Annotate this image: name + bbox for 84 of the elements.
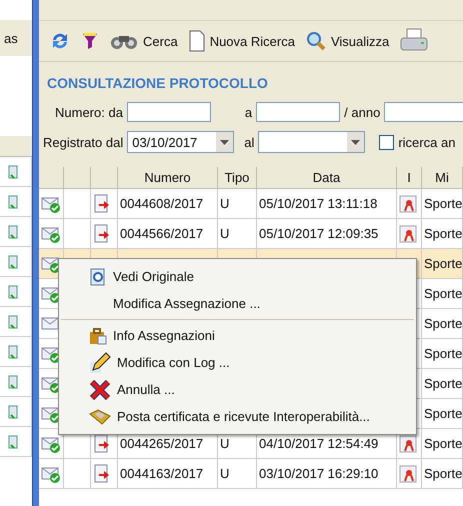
table-cell: U [220, 466, 230, 481]
table-cell: U [220, 226, 230, 241]
document-arrow-icon [93, 224, 111, 244]
column-header[interactable]: Tipo [218, 167, 257, 189]
date-from-field[interactable]: 03/10/2017 [127, 131, 234, 153]
document-icon [8, 164, 18, 178]
number-to-field[interactable] [256, 102, 340, 122]
search-icon [304, 30, 327, 52]
dropdown-icon [351, 140, 360, 144]
checkbox[interactable] [379, 134, 394, 150]
column-header[interactable] [39, 167, 64, 189]
table-cell: 0044265/2017 [120, 436, 204, 451]
field-label: al [244, 134, 254, 150]
table-row[interactable]: 0044163/2017 U 03/10/2017 16:29:10 Sporte [39, 459, 463, 489]
column-header[interactable]: Numero [118, 167, 218, 189]
field-label: a [244, 104, 252, 120]
table-cell: U [220, 196, 230, 211]
menu-item[interactable]: Modifica con Log ... [59, 349, 416, 376]
document-icon [8, 404, 18, 418]
document-icon [8, 344, 18, 358]
column-header[interactable] [0, 136, 32, 157]
table-cell: Sporte [424, 406, 462, 421]
checkbox-label: ricerca an [398, 134, 456, 150]
menu-item[interactable]: Posta certificata e ricevute Interoperabilità... [59, 403, 416, 430]
document-icon [8, 434, 18, 448]
document-arrow-icon [93, 464, 111, 484]
column-header[interactable]: I [397, 167, 422, 189]
field-label: / anno [344, 104, 380, 120]
table-cell: 0044163/2017 [120, 466, 204, 481]
table-cell: 05/10/2017 12:09:35 [259, 226, 378, 241]
field-label: Numero: da [55, 104, 123, 120]
pencil-icon [89, 352, 111, 374]
magnifier-page-icon [89, 268, 107, 286]
funnel-icon[interactable] [81, 31, 99, 51]
table-cell: Sporte [424, 376, 462, 391]
document-icon [8, 284, 18, 298]
menu-item[interactable]: Modifica Assegnazione ... [59, 290, 416, 317]
seal-icon [399, 464, 417, 482]
table-cell: 0044608/2017 [120, 196, 204, 211]
menu-item[interactable]: Info Assegnazioni [59, 322, 416, 349]
toolbar-button[interactable]: Cerca [109, 31, 178, 51]
date-to-field[interactable] [258, 131, 366, 153]
table-cell: 04/10/2017 12:54:49 [259, 436, 378, 451]
menu-item[interactable]: Vedi Originale [59, 263, 416, 290]
toolbar-button[interactable]: Visualizza [304, 30, 390, 52]
table-cell: 03/10/2017 16:29:10 [259, 466, 378, 481]
table-cell: Sporte [424, 466, 462, 481]
number-from-field[interactable] [126, 102, 211, 122]
column-header[interactable] [64, 167, 91, 189]
document-arrow-icon [93, 194, 111, 214]
window-label: as [3, 30, 18, 46]
dropdown-button[interactable] [216, 132, 234, 152]
field-label: Registrato dal [43, 134, 124, 150]
table-cell: Sporte [424, 436, 462, 451]
document-icon [8, 374, 18, 388]
menu-item[interactable]: Annulla ... [59, 376, 416, 403]
tray-icon [89, 408, 111, 426]
table-cell: Sporte [424, 196, 462, 211]
table-cell: Sporte [424, 286, 462, 301]
dropdown-icon [220, 140, 230, 144]
seal-icon [399, 224, 417, 242]
table-cell: Sporte [424, 316, 462, 331]
column-header[interactable]: Mi [422, 167, 463, 189]
toolbar-button[interactable]: Nuova Ricerca [188, 30, 295, 52]
document-icon [8, 314, 18, 328]
table-cell: Sporte [424, 226, 462, 241]
document-icon [188, 30, 206, 52]
table-cell: 05/10/2017 13:11:18 [259, 196, 378, 211]
cross-icon [89, 378, 111, 400]
seal-icon [399, 194, 417, 212]
table-row[interactable]: 0044608/2017 U 05/10/2017 13:11:18 Sporte [39, 189, 463, 219]
dropdown-button[interactable] [347, 132, 364, 152]
column-header[interactable] [91, 167, 118, 189]
table-cell: Sporte [424, 346, 462, 361]
table-cell: 0044566/2017 [120, 226, 204, 241]
table-cell: Sporte [424, 256, 462, 271]
table-cell: U [220, 436, 230, 451]
briefcase-icon [89, 326, 107, 344]
document-icon [8, 254, 18, 268]
year-field[interactable] [384, 102, 463, 122]
section-title: CONSULTAZIONE PROTOCOLLO [46, 74, 269, 93]
document-icon [8, 224, 18, 238]
column-header[interactable]: Data [257, 167, 397, 189]
document-icon [8, 194, 18, 208]
